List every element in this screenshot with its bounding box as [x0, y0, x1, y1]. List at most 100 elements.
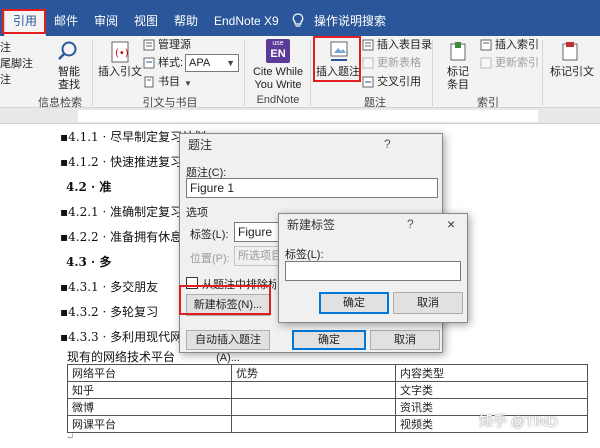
ribbon-separator [432, 40, 433, 106]
heading-text: 4.2.2 · 准备拥有休息时 [68, 230, 195, 244]
heading-text: 4.3.2 · 多轮复习 [68, 305, 159, 319]
auto-caption-button[interactable]: 自动插入题注(A)... [186, 330, 270, 364]
ribbon-cut-item-1[interactable]: 注 [0, 42, 11, 55]
table-cell[interactable]: 优势 [231, 364, 396, 382]
bibliography-dropdown-icon[interactable]: ▼ [184, 77, 192, 90]
tell-me-search[interactable]: 操作说明搜索 [306, 9, 394, 33]
group-label-endnote: EndNote [256, 94, 300, 106]
tab-review[interactable]: 审阅 [86, 9, 126, 33]
heading-4-2[interactable]: 4.2 · 准 [66, 178, 111, 195]
bullet-mark: ▪ [60, 230, 69, 244]
caption-ok-button[interactable]: 确定 [292, 330, 366, 350]
chevron-down-icon: ▼ [226, 58, 235, 68]
table-cell[interactable] [231, 398, 396, 416]
position-select[interactable]: 所选项目下 [234, 246, 282, 266]
heading-4-1-2[interactable]: ▪4.1.2 · 快速推进复习进 [60, 153, 194, 170]
heading-text: 4.3.3 · 多利用现代网络 [68, 330, 195, 344]
new-label-label: 标签(L): [285, 249, 324, 261]
bullet-mark: ▪ [60, 330, 69, 344]
ruler-text-area [78, 110, 538, 122]
svg-text:(•): (•) [115, 48, 129, 59]
insert-table-of-figures-button[interactable]: 插入表目录 [377, 39, 432, 52]
manage-sources-button[interactable]: 管理源 [158, 39, 191, 52]
insert-citation-button[interactable]: 插入引文 [97, 66, 143, 79]
caption-dialog-title: 题注 [188, 138, 213, 152]
update-table-button[interactable]: 更新表格 [377, 57, 421, 70]
update-table-icon [362, 57, 374, 69]
mark-citation-button[interactable]: 标记引文 [548, 66, 596, 79]
caption-cancel-button[interactable]: 取消 [370, 330, 440, 350]
bibliography-button[interactable]: 书目 [158, 76, 180, 89]
help-icon[interactable]: ? [384, 137, 391, 151]
close-icon[interactable]: × [447, 216, 455, 232]
cite-while-label-1: Cite While [252, 66, 304, 78]
update-index-button[interactable]: 更新索引 [495, 57, 539, 70]
table-cell[interactable]: 知乎 [67, 381, 232, 399]
tab-endnote[interactable]: EndNote X9 [206, 9, 287, 33]
cross-reference-icon [362, 76, 374, 88]
watermark: 知乎 @TIND [479, 413, 558, 429]
heading-4-3-2[interactable]: ▪4.3.2 · 多轮复习 [60, 303, 158, 320]
insert-citation-icon: (•) [111, 41, 129, 63]
table-cell[interactable] [231, 381, 396, 399]
table-cell[interactable]: 文字类 [395, 381, 588, 399]
smart-lookup-label-2: 查找 [58, 79, 80, 91]
smart-lookup-button[interactable]: 智能 查找 [52, 66, 86, 92]
style-select-value: APA [189, 57, 211, 69]
mark-entry-label-2: 条目 [447, 79, 469, 91]
heading-4-2-1[interactable]: ▪4.2.1 · 准确制定复习 [60, 203, 182, 220]
heading-text: 4.2 · 准 [66, 180, 112, 194]
heading-4-3[interactable]: 4.3 · 多 [66, 253, 111, 270]
style-label: 样式: [158, 57, 184, 69]
heading-text: 4.3.1 · 多交朋友 [68, 280, 159, 294]
horizontal-ruler[interactable] [0, 108, 600, 124]
cross-reference-button[interactable]: 交叉引用 [377, 76, 421, 89]
heading-4-2-2[interactable]: ▪4.2.2 · 准备拥有休息时 [60, 228, 194, 245]
heading-text: 4.1.2 · 快速推进复习进 [68, 155, 195, 169]
ribbon-tab-strip: 引用 邮件 审阅 视图 帮助 EndNote X9 操作说明搜索 [0, 0, 600, 36]
smart-lookup-icon [58, 41, 77, 60]
ribbon-cut-item-2[interactable]: 尾脚注 [0, 58, 33, 71]
help-icon[interactable]: ? [407, 217, 414, 231]
table-cell[interactable]: 微博 [67, 398, 232, 416]
ribbon-cut-item-3[interactable]: 注 [0, 74, 11, 87]
tab-help[interactable]: 帮助 [166, 9, 206, 33]
heading-4-3-1[interactable]: ▪4.3.1 · 多交朋友 [60, 278, 158, 295]
table-caption[interactable]: 现有的网络技术平台 [67, 348, 175, 365]
heading-text: 4.3 · 多 [66, 255, 112, 269]
tab-view[interactable]: 视图 [126, 9, 166, 33]
highlight-insert-caption [313, 36, 361, 82]
new-label-input[interactable] [285, 261, 461, 281]
new-label-cancel-button[interactable]: 取消 [393, 292, 463, 314]
tab-mailings[interactable]: 邮件 [46, 9, 86, 33]
mark-citation-icon [562, 42, 578, 61]
highlight-tab-references [2, 9, 46, 34]
table-row: 网络平台 优势 内容类型 [67, 364, 588, 382]
caption-input[interactable]: Figure 1 [186, 178, 438, 198]
position-label: 位置(P): [190, 253, 230, 265]
table-row: 知乎 文字类 [67, 381, 588, 399]
new-label-dialog: 新建标签 ? × 标签(L): 确定 取消 [278, 213, 468, 323]
bullet-mark: ▪ [60, 205, 69, 219]
insert-table-of-figures-icon [362, 39, 374, 51]
ribbon-separator [542, 40, 543, 106]
table-cell[interactable]: 内容类型 [395, 364, 588, 382]
cite-while-you-write-button[interactable]: Cite While You Write [250, 66, 306, 92]
table-cell[interactable]: 网络平台 [67, 364, 232, 382]
highlight-new-label-button [179, 285, 271, 315]
table-cell[interactable] [231, 415, 396, 433]
endnote-icon: use EN [266, 39, 290, 63]
smart-lookup-label-1: 智能 [58, 66, 80, 78]
lightbulb-icon [292, 13, 304, 27]
label-select[interactable]: Figure [234, 222, 282, 242]
new-label-ok-button[interactable]: 确定 [319, 292, 389, 314]
insert-index-button[interactable]: 插入索引 [495, 39, 539, 52]
manage-sources-icon [143, 39, 155, 51]
bullet-mark: ▪ [60, 130, 69, 144]
style-select[interactable]: APA ▼ [185, 54, 239, 72]
mark-entry-button[interactable]: 标记 条目 [440, 66, 476, 92]
heading-4-3-3[interactable]: ▪4.3.3 · 多利用现代网络 [60, 328, 194, 345]
ribbon-separator [310, 40, 311, 106]
table-cell[interactable]: 网课平台 [67, 415, 232, 433]
cite-while-label-2: You Write [254, 79, 302, 91]
